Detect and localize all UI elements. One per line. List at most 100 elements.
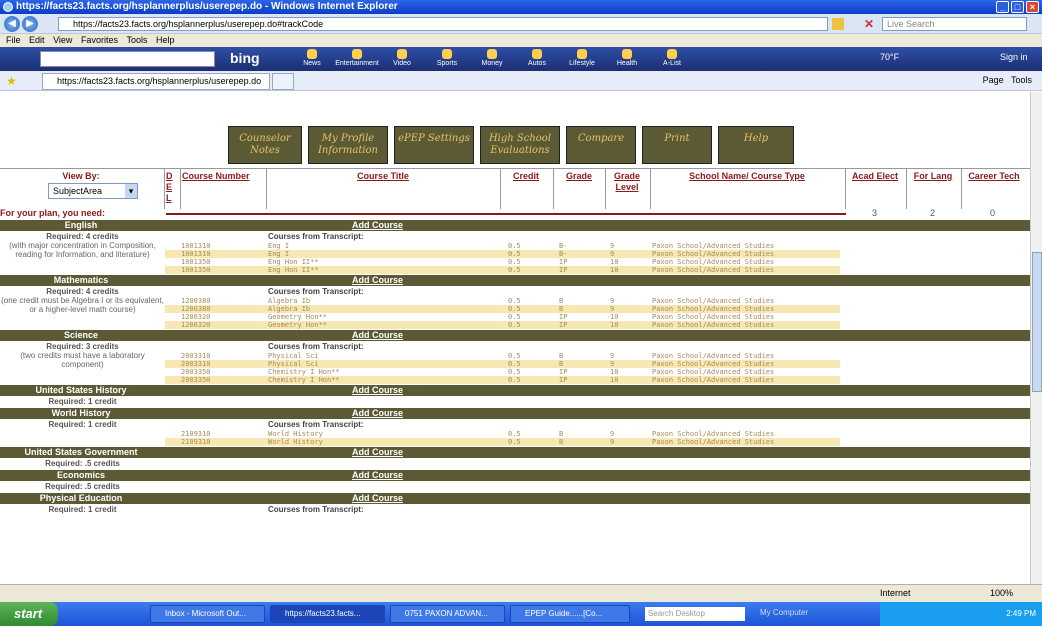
table-row[interactable]: 2003350 Chemistry I Hon** 0.5 IP 10 Paxon Sch… bbox=[165, 368, 840, 376]
header-credit[interactable]: Credit bbox=[502, 171, 550, 182]
scrollbar-thumb[interactable] bbox=[1032, 252, 1042, 392]
menu-tools[interactable]: Tools bbox=[126, 35, 147, 45]
msn-alist[interactable]: A-List bbox=[650, 49, 694, 69]
table-row[interactable]: 1001310 Eng I 0.5 B- 9 Paxon School/Advanced … bbox=[165, 250, 840, 258]
menu-edit[interactable]: Edit bbox=[29, 35, 45, 45]
nav-epep-settings[interactable]: ePEP Settings bbox=[394, 126, 474, 164]
nav-my-profile[interactable]: My Profile Information bbox=[308, 126, 388, 164]
tools-menu[interactable]: Tools bbox=[1011, 75, 1032, 85]
msn-lifestyle[interactable]: Lifestyle bbox=[560, 49, 604, 69]
table-row[interactable]: 2109310 World History 0.5 B 9 Paxon School/Ad… bbox=[165, 430, 840, 438]
msn-news[interactable]: News bbox=[290, 49, 334, 69]
menu-favorites[interactable]: Favorites bbox=[81, 35, 118, 45]
add-course-link[interactable]: Add Course bbox=[352, 447, 403, 458]
table-cell: 9 bbox=[610, 305, 615, 313]
msn-entertainment[interactable]: Entertainment bbox=[335, 49, 379, 69]
header-grade[interactable]: Grade bbox=[555, 171, 603, 182]
table-row[interactable]: 2003310 Physical Sci 0.5 B 9 Paxon School/Adv… bbox=[165, 352, 840, 360]
table-row[interactable]: 1206320 Geometry Hon** 0.5 IP 10 Paxon School… bbox=[165, 321, 840, 329]
nav-counselor-notes[interactable]: Counselor Notes bbox=[228, 126, 302, 164]
my-computer-link[interactable]: My Computer bbox=[760, 608, 808, 617]
minimize-button[interactable]: _ bbox=[996, 1, 1009, 13]
nav-help[interactable]: Help bbox=[718, 126, 794, 164]
favorites-star-icon[interactable]: ★ bbox=[6, 74, 17, 88]
table-row[interactable]: 1200380 Algebra Ib 0.5 B 9 Paxon School/Advan… bbox=[165, 305, 840, 313]
table-cell: 0.5 bbox=[508, 258, 521, 266]
add-course-link[interactable]: Add Course bbox=[352, 470, 403, 481]
add-course-link[interactable]: Add Course bbox=[352, 220, 403, 231]
bing-search-input[interactable] bbox=[40, 51, 215, 67]
task-epep-guide[interactable]: EPEP Guide......[Co... bbox=[510, 605, 630, 623]
table-row[interactable]: 1206320 Geometry Hon** 0.5 IP 10 Paxon School… bbox=[165, 313, 840, 321]
table-row[interactable]: 2003310 Physical Sci 0.5 B 9 Paxon School/Adv… bbox=[165, 360, 840, 368]
table-cell: Chemistry I Hon** bbox=[268, 368, 340, 376]
page-menu[interactable]: Page bbox=[983, 75, 1004, 85]
table-row[interactable]: 1001350 Eng Hon II** 0.5 IP 10 Paxon School/A… bbox=[165, 258, 840, 266]
header-course-title[interactable]: Course Title bbox=[268, 171, 498, 182]
forward-button[interactable]: ▶ bbox=[22, 16, 38, 32]
weather-temp[interactable]: 70°F bbox=[880, 52, 899, 62]
menu-help[interactable]: Help bbox=[156, 35, 175, 45]
table-cell: IP bbox=[559, 258, 568, 266]
add-course-link[interactable]: Add Course bbox=[352, 330, 403, 341]
table-row[interactable]: 2109310 World History 0.5 B 9 Paxon School/Ad… bbox=[165, 438, 840, 446]
subject-name: Mathematics bbox=[53, 275, 109, 285]
nav-compare[interactable]: Compare bbox=[566, 126, 636, 164]
add-course-link[interactable]: Add Course bbox=[352, 493, 403, 504]
vertical-scrollbar[interactable] bbox=[1030, 92, 1042, 584]
table-cell: 2109310 bbox=[181, 438, 211, 446]
view-by-select[interactable]: SubjectArea ▾ bbox=[48, 183, 138, 199]
msn-health[interactable]: Health bbox=[605, 49, 649, 69]
header-course-number[interactable]: Course Number bbox=[182, 171, 262, 182]
live-search-input[interactable]: Live Search bbox=[882, 17, 1027, 31]
table-cell: B bbox=[559, 352, 564, 360]
table-cell: IP bbox=[559, 321, 568, 329]
msn-money[interactable]: Money bbox=[470, 49, 514, 69]
header-for-lang[interactable]: For Lang bbox=[908, 171, 958, 182]
browser-tab[interactable]: https://facts23.facts.org/hsplannerplus/… bbox=[42, 73, 270, 90]
msn-sports[interactable]: Sports bbox=[425, 49, 469, 69]
header-acad-elect[interactable]: Acad Elect bbox=[847, 171, 903, 182]
health-icon bbox=[622, 49, 632, 59]
page-content: Counselor Notes My Profile Information e… bbox=[0, 92, 1030, 584]
zoom-level[interactable]: 100% bbox=[990, 588, 1013, 598]
table-row[interactable]: 1001310 Eng I 0.5 B- 9 Paxon School/Advanced … bbox=[165, 242, 840, 250]
maximize-button[interactable]: □ bbox=[1011, 1, 1024, 13]
nav-hs-evaluations[interactable]: High School Evaluations bbox=[480, 126, 560, 164]
add-course-link[interactable]: Add Course bbox=[352, 385, 403, 396]
nav-print[interactable]: Print bbox=[642, 126, 712, 164]
plan-needs-label: For your plan, you need: bbox=[0, 208, 106, 218]
url-field[interactable]: https://facts23.facts.org/hsplannerplus/… bbox=[58, 17, 828, 31]
msn-video[interactable]: Video bbox=[380, 49, 424, 69]
start-button[interactable]: start bbox=[0, 602, 58, 626]
bing-logo[interactable]: bing bbox=[230, 50, 260, 66]
table-cell: Physical Sci bbox=[268, 360, 319, 368]
close-button[interactable]: × bbox=[1026, 1, 1039, 13]
sports-icon bbox=[442, 49, 452, 59]
header-del[interactable]: D E L bbox=[166, 171, 176, 204]
stop-icon[interactable]: ✕ bbox=[864, 17, 878, 31]
table-row[interactable]: 1001350 Eng Hon II** 0.5 IP 10 Paxon School/A… bbox=[165, 266, 840, 274]
lock-icon[interactable] bbox=[832, 18, 844, 30]
autos-icon bbox=[532, 49, 542, 59]
header-school[interactable]: School Name/ Course Type bbox=[652, 171, 842, 182]
task-ie[interactable]: https://facts23.facts... bbox=[270, 605, 385, 623]
table-row[interactable]: 1200380 Algebra Ib 0.5 B 9 Paxon School/Advan… bbox=[165, 297, 840, 305]
sign-in-link[interactable]: Sign in bbox=[1000, 52, 1028, 62]
add-course-link[interactable]: Add Course bbox=[352, 408, 403, 419]
desktop-search-input[interactable]: Search Desktop bbox=[645, 607, 745, 621]
menu-file[interactable]: File bbox=[6, 35, 21, 45]
header-grade-level[interactable]: Grade Level bbox=[607, 171, 647, 193]
back-button[interactable]: ◀ bbox=[4, 16, 20, 32]
table-cell: Algebra Ib bbox=[268, 297, 311, 305]
msn-autos[interactable]: Autos bbox=[515, 49, 559, 69]
table-cell: 0.5 bbox=[508, 430, 521, 438]
menu-view[interactable]: View bbox=[53, 35, 72, 45]
task-inbox[interactable]: Inbox - Microsoft Out... bbox=[150, 605, 265, 623]
task-paxon[interactable]: 0751 PAXON ADVAN... bbox=[390, 605, 505, 623]
header-career-tech[interactable]: Career Tech bbox=[968, 171, 1020, 182]
table-cell: 2003350 bbox=[181, 376, 211, 384]
table-row[interactable]: 2003350 Chemistry I Hon** 0.5 IP 10 Paxon Sch… bbox=[165, 376, 840, 384]
new-tab-button[interactable] bbox=[272, 73, 294, 90]
add-course-link[interactable]: Add Course bbox=[352, 275, 403, 286]
